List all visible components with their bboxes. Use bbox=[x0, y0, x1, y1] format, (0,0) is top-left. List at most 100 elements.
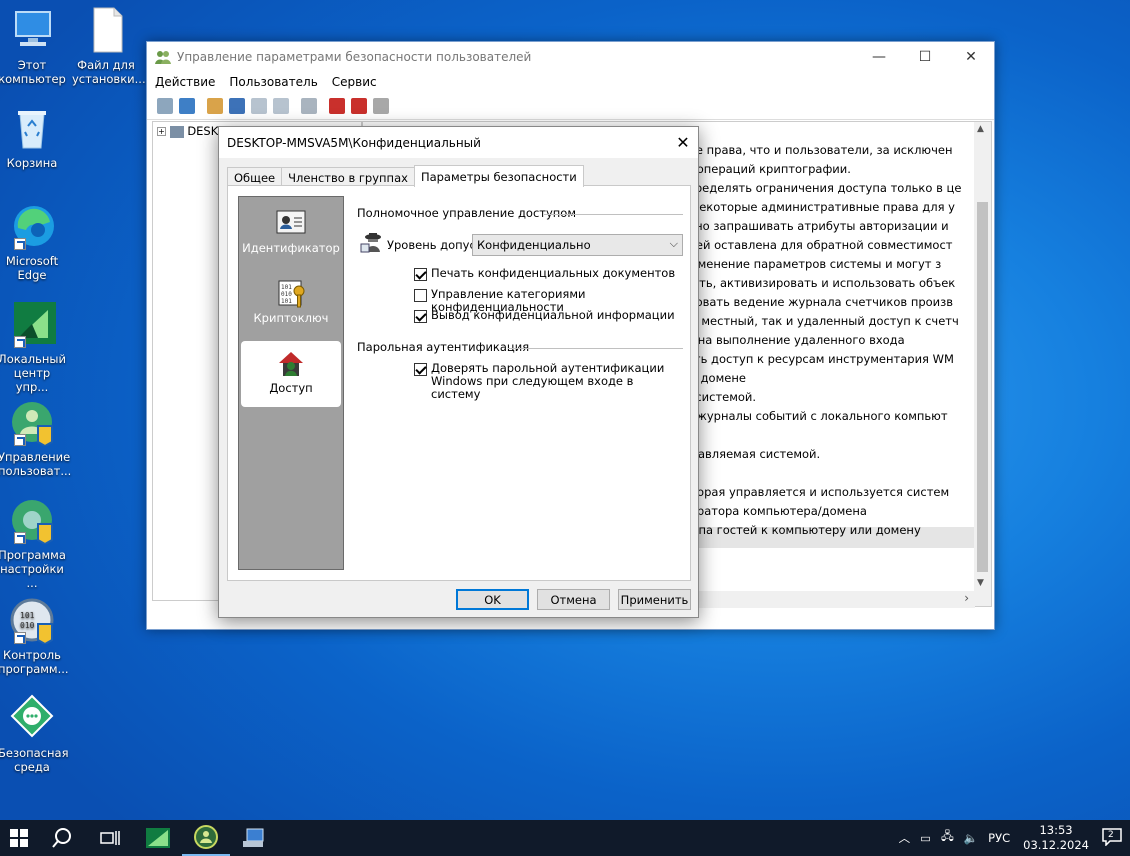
desktop-icon-label: Программа настройки ... bbox=[0, 548, 66, 590]
taskbar-app-user-management[interactable] bbox=[182, 820, 230, 856]
desktop-icon-label: Управление пользоват... bbox=[0, 450, 72, 478]
shortcut-arrow-icon bbox=[14, 238, 26, 250]
group-divider bbox=[544, 214, 683, 215]
svg-text:010: 010 bbox=[20, 621, 35, 630]
desktop-icon-label: Безопасная среда bbox=[0, 746, 69, 774]
desktop-icon-safe-environment[interactable]: Безопасная среда bbox=[0, 694, 69, 774]
svg-text:101: 101 bbox=[281, 298, 292, 305]
desktop-icon-edge[interactable]: Microsoft Edge bbox=[0, 202, 66, 282]
desktop-icon-label: Этот компьютер bbox=[0, 58, 66, 86]
edge-icon bbox=[8, 202, 56, 250]
check-print-confidential[interactable]: Печать конфиденциальных документов bbox=[414, 267, 675, 281]
clearance-level-select[interactable]: Конфиденциально ⌵ bbox=[472, 234, 683, 256]
apply-button[interactable]: Применить bbox=[618, 589, 691, 610]
checkbox-label: Доверять парольной аутентификации Window… bbox=[431, 361, 665, 401]
dialog-title-bar[interactable]: DESKTOP-MMSVA5M\Конфиденциальный ✕ bbox=[219, 127, 698, 158]
tab-strip: Общее Членство в группах Параметры безоп… bbox=[227, 165, 584, 187]
menu-action[interactable]: Действие bbox=[155, 75, 215, 89]
refresh-icon[interactable] bbox=[179, 97, 195, 114]
side-item-identifier[interactable]: Идентификатор bbox=[241, 201, 341, 267]
menu-service[interactable]: Сервис bbox=[332, 75, 377, 89]
desktop-icon-local-center[interactable]: Локальный центр упр... bbox=[0, 300, 66, 394]
search-icon bbox=[52, 828, 71, 848]
side-item-label: Криптоключ bbox=[253, 311, 329, 325]
side-item-cryptokey[interactable]: 101 010 101 Криптоключ bbox=[241, 271, 341, 337]
find-icon[interactable] bbox=[229, 97, 245, 114]
shortcut-arrow-icon bbox=[14, 532, 26, 544]
check-trust-windows-auth[interactable]: Доверять парольной аутентификации Window… bbox=[414, 362, 674, 401]
checkbox-label: Вывод конфиденциальной информации bbox=[431, 308, 675, 322]
desktop-icon-file[interactable]: Файл для установки... bbox=[72, 6, 146, 86]
scroll-down-icon[interactable]: ▼ bbox=[977, 578, 984, 588]
network-icon[interactable]: 🖧 bbox=[941, 829, 954, 848]
desktop-icon-settings-program[interactable]: Программа настройки ... bbox=[0, 496, 66, 590]
battery-icon[interactable]: ▭ bbox=[920, 831, 931, 845]
grid-icon[interactable] bbox=[373, 97, 389, 114]
safe-environment-icon bbox=[8, 694, 56, 742]
security-tab-page: Идентификатор 101 010 101 Криптоключ Досту… bbox=[227, 185, 691, 581]
desktop-icon-label: Контроль программ... bbox=[0, 648, 69, 676]
checkbox[interactable] bbox=[414, 310, 427, 323]
chevron-down-icon: ⌵ bbox=[669, 237, 678, 250]
svg-text:101: 101 bbox=[281, 284, 292, 291]
checkbox[interactable] bbox=[414, 363, 427, 376]
taskbar-app-local-center[interactable] bbox=[134, 820, 182, 856]
crypto-key-icon: 101 010 101 bbox=[275, 277, 307, 309]
tree-icon[interactable] bbox=[157, 97, 173, 114]
menu-user[interactable]: Пользователь bbox=[229, 75, 317, 89]
local-center-icon bbox=[146, 828, 170, 848]
access-house-icon bbox=[275, 347, 307, 379]
shortcut-arrow-icon bbox=[14, 336, 26, 348]
language-indicator[interactable]: РУС bbox=[988, 831, 1010, 845]
volume-icon[interactable]: 🔈 bbox=[964, 831, 978, 845]
checkbox[interactable] bbox=[414, 289, 427, 302]
checkbox[interactable] bbox=[414, 268, 427, 281]
users-icon bbox=[155, 49, 171, 65]
tab-security-settings[interactable]: Параметры безопасности bbox=[413, 165, 584, 187]
chevron-up-icon[interactable]: ︿ bbox=[899, 830, 911, 846]
tab-general[interactable]: Общее bbox=[227, 167, 283, 187]
task-view-button[interactable] bbox=[86, 820, 134, 856]
clock-time: 13:53 bbox=[1039, 823, 1073, 837]
binoculars-icon[interactable] bbox=[301, 97, 317, 114]
close-button[interactable]: ✕ bbox=[948, 42, 994, 72]
spy-icon bbox=[360, 230, 384, 254]
desktop-icon-computer[interactable]: Этот компьютер bbox=[0, 6, 66, 86]
ok-button[interactable]: OK bbox=[456, 589, 529, 610]
side-item-access[interactable]: Доступ bbox=[241, 341, 341, 407]
side-item-label: Идентификатор bbox=[242, 241, 340, 255]
search-button[interactable] bbox=[38, 820, 86, 856]
shortcut-arrow-icon bbox=[14, 434, 26, 446]
cancel-button[interactable]: Отмена bbox=[537, 589, 610, 610]
desktop-icon-user-management[interactable]: Управление пользоват... bbox=[0, 398, 72, 478]
notification-center-button[interactable]: 2 bbox=[1102, 827, 1122, 849]
accept-icon[interactable] bbox=[329, 97, 345, 114]
dialog-close-button[interactable]: ✕ bbox=[668, 133, 698, 152]
back-icon[interactable] bbox=[251, 97, 267, 114]
start-button[interactable] bbox=[0, 820, 38, 856]
scroll-thumb[interactable] bbox=[977, 202, 988, 572]
clock[interactable]: 13:53 03.12.2024 bbox=[1023, 823, 1089, 853]
maximize-button[interactable]: ☐ bbox=[902, 42, 948, 72]
expand-icon[interactable]: + bbox=[157, 127, 166, 136]
group-mandatory-access: Полномочное управление доступом bbox=[357, 206, 577, 220]
vertical-scrollbar[interactable]: ▲ ▼ bbox=[974, 122, 991, 606]
forward-icon[interactable] bbox=[273, 97, 289, 114]
properties-dialog: DESKTOP-MMSVA5M\Конфиденциальный ✕ Общее… bbox=[218, 126, 699, 618]
taskbar-app-computer[interactable] bbox=[230, 820, 278, 856]
server-icon bbox=[169, 125, 184, 138]
desktop-icon-program-control[interactable]: 101 010 Контроль программ... bbox=[0, 596, 69, 676]
scroll-right-icon[interactable]: › bbox=[964, 591, 969, 605]
lock-icon[interactable] bbox=[351, 97, 367, 114]
notification-count: 2 bbox=[1108, 829, 1114, 840]
scroll-up-icon[interactable]: ▲ bbox=[977, 124, 984, 134]
mmc-title-bar[interactable]: Управление параметрами безопасности поль… bbox=[147, 42, 994, 72]
clearance-level-value: Конфиденциально bbox=[477, 238, 591, 252]
desktop-icon-recycle-bin[interactable]: Корзина bbox=[0, 104, 66, 170]
check-output-confidential[interactable]: Вывод конфиденциальной информации bbox=[414, 309, 675, 323]
local-center-icon bbox=[8, 300, 56, 348]
properties-icon[interactable] bbox=[207, 97, 223, 114]
windows-logo-icon bbox=[10, 829, 28, 847]
tab-group-membership[interactable]: Членство в группах bbox=[281, 167, 415, 187]
minimize-button[interactable]: — bbox=[856, 42, 902, 72]
